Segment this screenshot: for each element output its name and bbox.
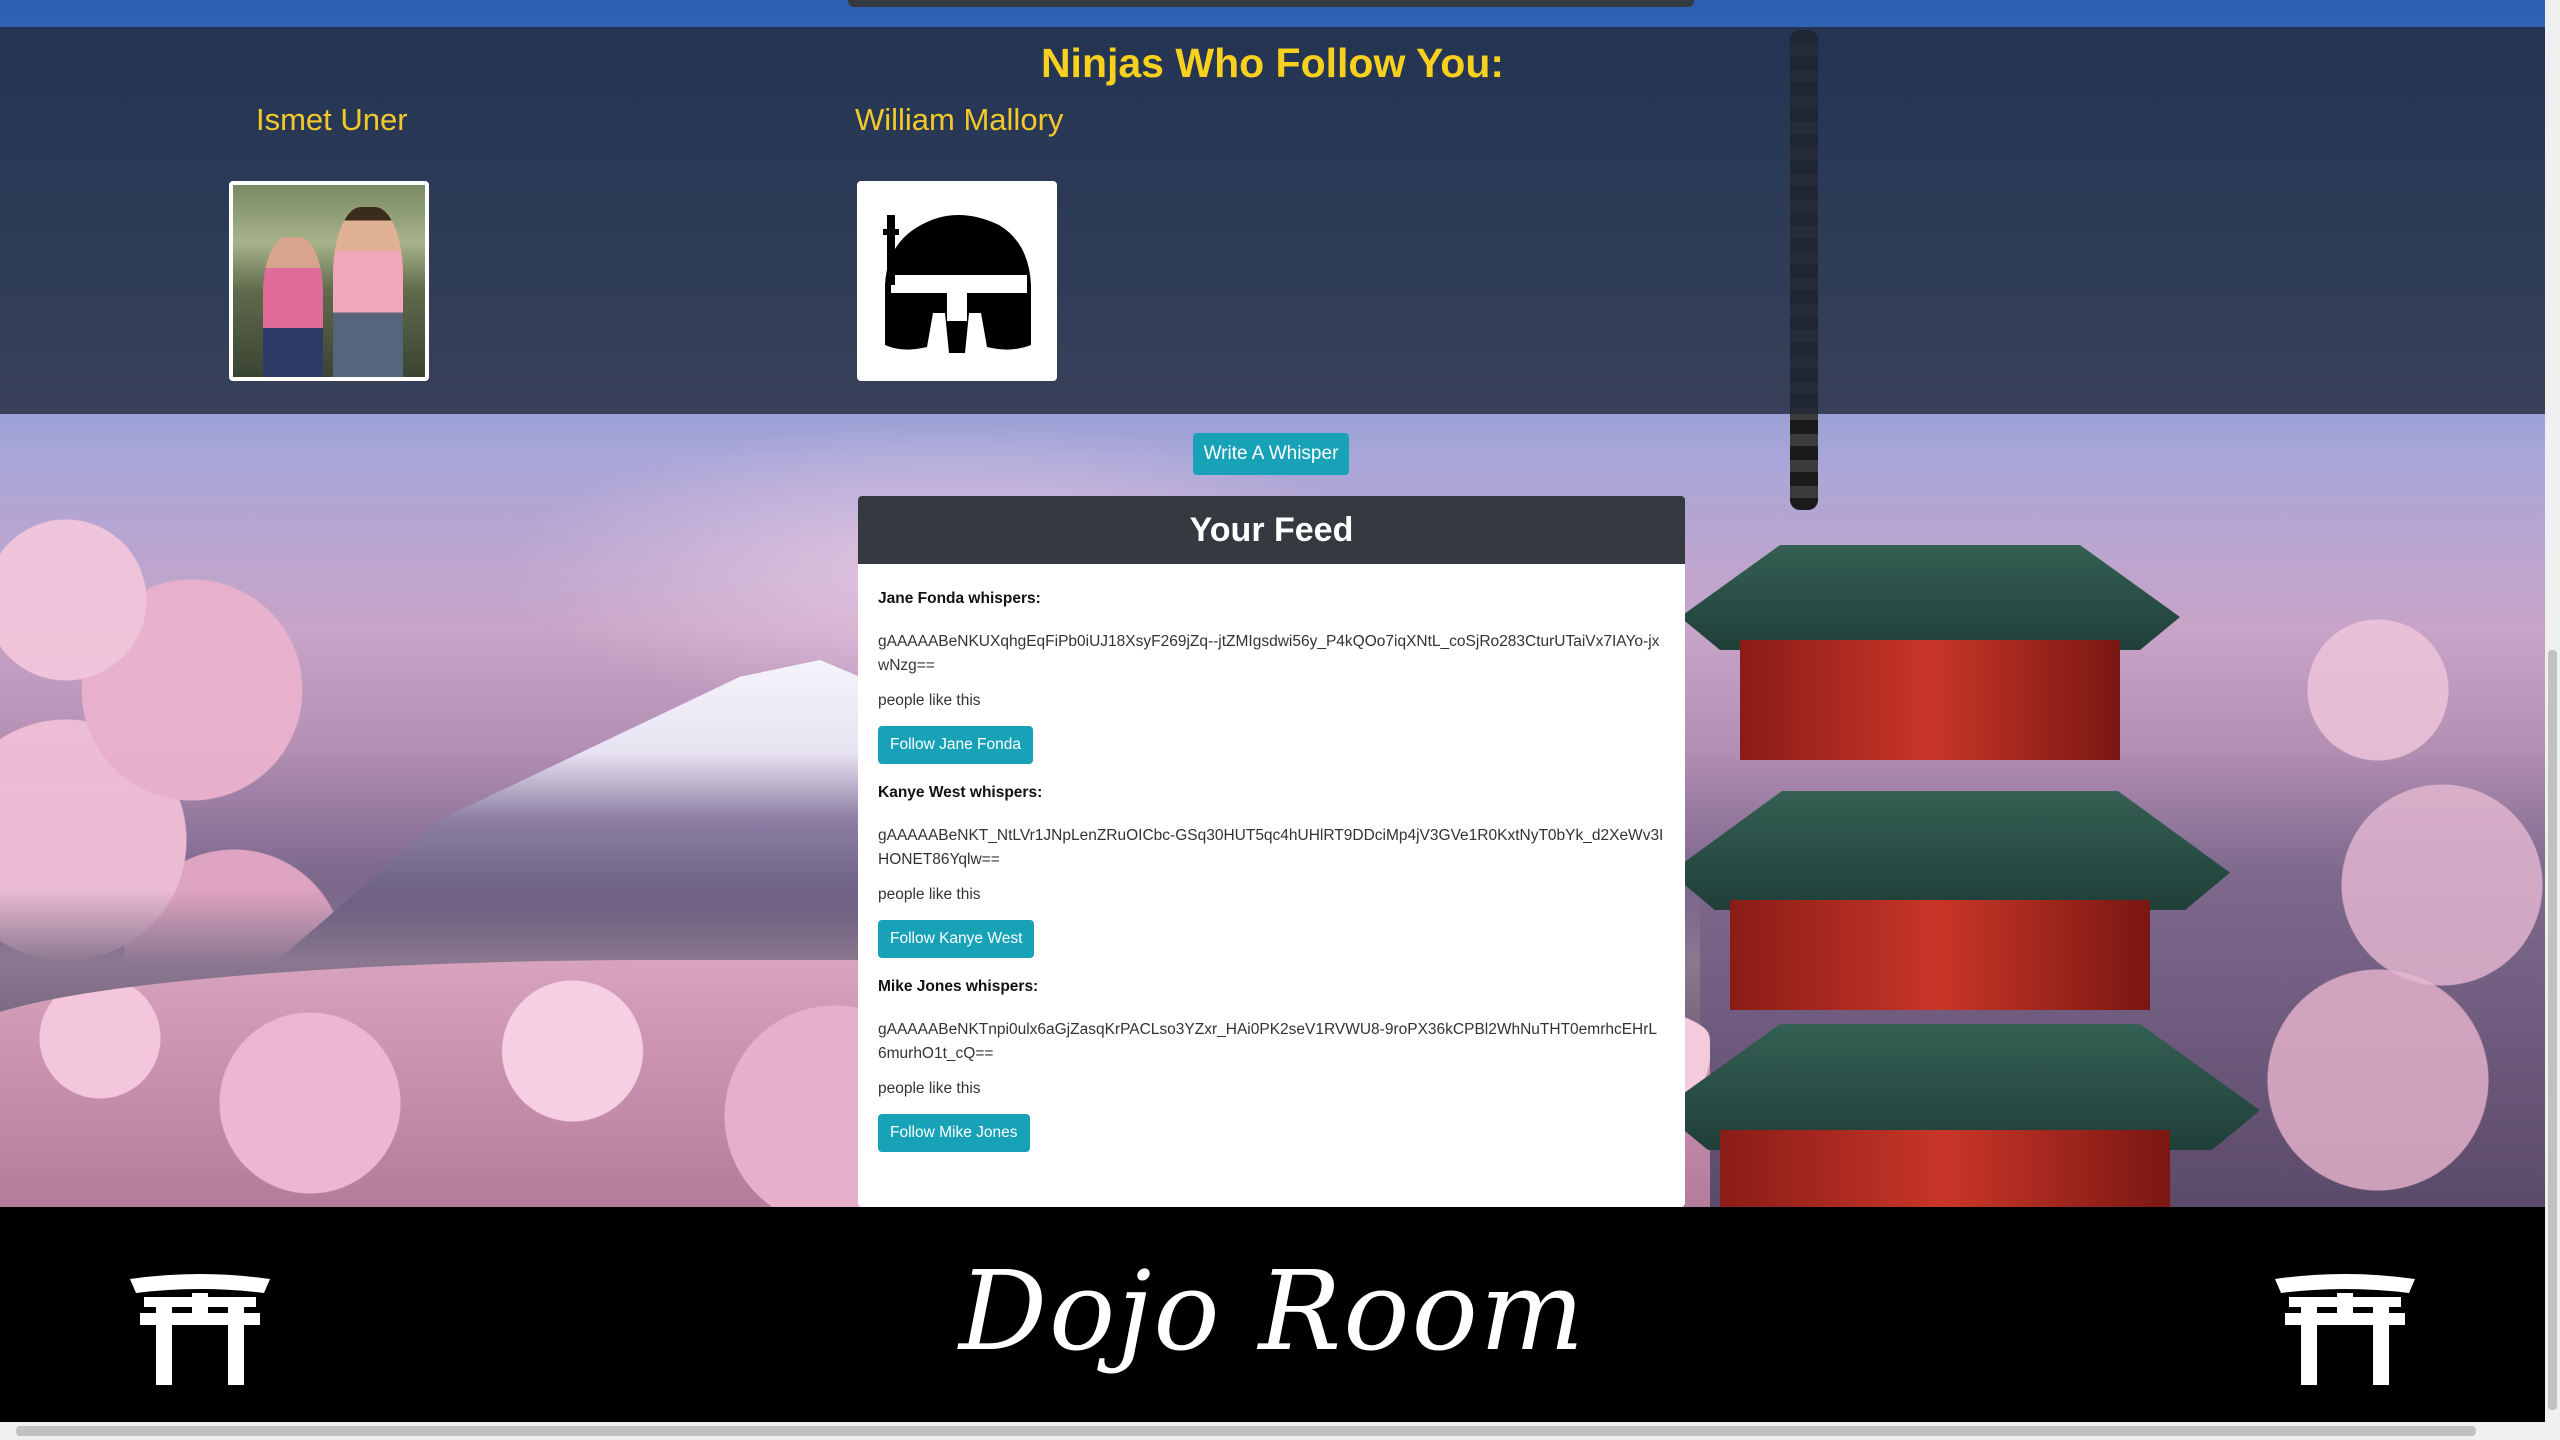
post-likes: people like this [878,886,981,903]
post-author: Kanye West whispers: [878,784,1043,801]
post-author: Jane Fonda whispers: [878,590,1041,607]
vertical-scroll-thumb[interactable] [2548,650,2557,1410]
post-message: gAAAAABeNKT_NtLVr1JNpLenZRuOICbc-GSq30HU… [878,827,1664,868]
feed-title: Your Feed [858,496,1685,564]
feed-post: Mike Jones whispers: gAAAAABeNKTnpi0ulx6… [878,978,1665,1152]
feed-post: Jane Fonda whispers: gAAAAABeNKUXqhgEqFi… [878,590,1665,764]
follower-name[interactable]: William Mallory [855,102,1063,138]
post-author: Mike Jones whispers: [878,978,1039,995]
feed-card: Your Feed Jane Fonda whispers: gAAAAABeN… [858,496,1685,1207]
post-message: gAAAAABeNKUXqhgEqFiPb0iUJ18XsyF269jZq--j… [878,633,1660,674]
mandalorian-helmet-icon [883,215,1031,353]
top-card-edge [848,0,1694,7]
cherry-blossom-tree-right [2250,560,2545,1207]
post-likes: people like this [878,692,981,709]
follow-button[interactable]: Follow Jane Fonda [878,726,1033,764]
post-likes: people like this [878,1080,981,1097]
torii-gate-icon [2275,1274,2415,1385]
site-logo[interactable]: Dojo Room [0,1247,2545,1375]
couple-photo [233,185,425,377]
followers-title: Ninjas Who Follow You: [1040,40,1505,86]
followers-section: Ninjas Who Follow You: Ismet Uner Willia… [0,27,2545,414]
follow-button[interactable]: Follow Kanye West [878,920,1035,958]
follower-card: William Mallory [855,102,1063,381]
feed-post: Kanye West whispers: gAAAAABeNKT_NtLVr1J… [878,784,1665,958]
follower-avatar[interactable] [857,181,1057,381]
horizontal-scroll-thumb[interactable] [16,1426,2476,1436]
horizontal-scrollbar[interactable] [0,1422,2560,1440]
follower-name[interactable]: Ismet Uner [256,102,408,138]
footer: Dojo Room [0,1207,2545,1422]
post-message: gAAAAABeNKTnpi0ulx6aGjZasqKrPACLso3YZxr_… [878,1021,1658,1062]
follow-button[interactable]: Follow Mike Jones [878,1114,1030,1152]
follower-card: Ismet Uner [229,102,429,381]
follower-avatar[interactable] [229,181,429,381]
vertical-scrollbar[interactable] [2545,0,2560,1422]
write-whisper-button[interactable]: Write A Whisper [1193,433,1349,475]
